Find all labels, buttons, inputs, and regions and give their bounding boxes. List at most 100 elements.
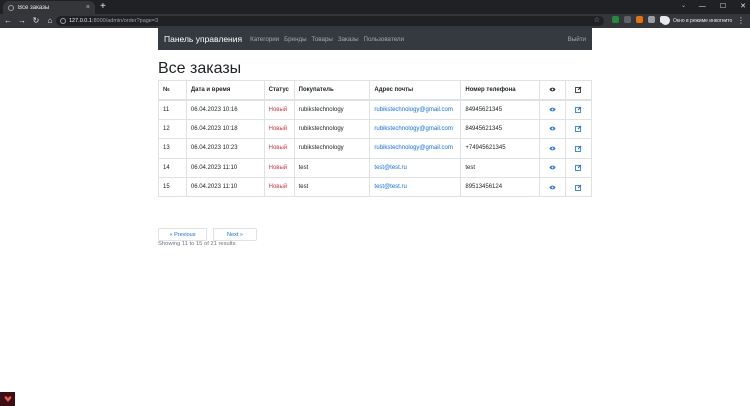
header-edit [565,79,592,101]
cell-number: 15 [158,176,187,198]
debug-bar-icon[interactable] [0,392,15,406]
nav-link-brands[interactable]: Бренды [284,36,306,43]
nav-link-products[interactable]: Товары [312,36,333,43]
address-bar[interactable]: 127.0.0.1:8000/admin/order?page=3 ☆ [56,16,604,26]
eye-icon[interactable] [544,165,561,170]
email-link[interactable]: test@test.ru [369,176,462,198]
eye-icon[interactable] [544,107,561,112]
cell-customer: test [293,157,371,178]
eye-icon[interactable] [544,126,561,131]
extension-orange-icon[interactable] [636,16,643,23]
edit-button[interactable] [565,118,592,140]
cell-datetime: 06.04.2023 10:23 [185,138,265,159]
eye-icon[interactable] [544,185,561,190]
url-path: :8000/admin/order?page=3 [91,18,159,24]
cell-number: 11 [158,99,187,120]
forward-icon[interactable]: → [18,16,26,26]
maximize-button[interactable]: ☐ [720,0,726,13]
view-button[interactable] [539,157,567,178]
view-button[interactable] [539,138,567,159]
browser-tab[interactable]: Все заказы × [3,1,95,14]
star-icon[interactable]: ☆ [594,16,600,26]
header-phone: Номер телефона [460,79,541,101]
menu-icon[interactable]: ⋮ [737,15,745,26]
edit-button[interactable] [565,157,592,178]
minimize-button[interactable]: — [699,0,706,13]
extensions-area [612,16,666,23]
status-badge: Новый [263,176,295,198]
edit-icon[interactable] [570,184,587,191]
new-tab-button[interactable]: + [100,1,106,13]
url-host: 127.0.0.1 [69,18,92,24]
cell-customer: rubikstechnology [293,99,371,120]
cell-customer: test [293,176,371,198]
puzzle-icon[interactable] [648,16,655,23]
table-row: 13 06.04.2023 10:23 Новый rubikstechnolo… [158,138,592,159]
cell-number: 12 [158,118,187,140]
status-badge: Новый [263,99,295,120]
email-link[interactable]: rubikstechnology@gmail.com [369,118,462,140]
email-link[interactable]: test@test.ru [369,157,462,178]
nav-link-orders[interactable]: Заказы [338,36,359,43]
admin-navbar: Панель управления Категории Бренды Товар… [158,28,592,50]
cell-number: 13 [158,138,187,159]
edit-button[interactable] [565,138,592,159]
incognito-icon [661,16,670,25]
nav-link-users[interactable]: Пользователи [364,36,404,43]
window-controls: — ☐ ✕ [699,0,746,13]
view-button[interactable] [539,118,567,140]
view-button[interactable] [539,176,567,198]
status-badge: Новый [263,157,295,178]
page-content: Панель управления Категории Бренды Товар… [0,28,750,406]
header-status: Статус [263,79,295,101]
logout-link[interactable]: Выйти [568,36,586,43]
edit-button[interactable] [565,176,592,198]
back-icon[interactable]: ← [4,16,12,26]
next-page-button[interactable]: Next » [213,228,257,241]
cell-phone: 84945621345 [460,99,541,120]
edit-button[interactable] [565,99,592,120]
reload-icon[interactable]: ↻ [32,16,40,26]
email-link[interactable]: rubikstechnology@gmail.com [369,138,462,159]
edit-icon[interactable] [570,106,587,114]
view-button[interactable] [539,99,567,120]
extension-shield-icon[interactable] [612,16,619,23]
header-number: № [158,79,187,101]
profile-label: Окно в режиме инкогнито [673,17,733,24]
orders-table: № Дата и время Статус Покупатель Адрес п… [158,79,592,198]
cell-phone: 89513456124 [460,176,541,198]
header-customer: Покупатель [293,79,371,101]
extension-icon[interactable] [624,16,631,23]
info-icon[interactable] [60,18,66,24]
incognito-profile[interactable]: Окно в режиме инкогнито [661,16,732,25]
email-link[interactable]: rubikstechnology@gmail.com [369,99,462,120]
edit-icon[interactable] [570,164,587,172]
close-window-button[interactable]: ✕ [740,0,746,13]
pagination: « Previous Next » [158,228,257,241]
cell-phone: test [460,157,541,178]
header-email: Адрес почты [369,79,462,101]
edit-icon[interactable] [570,125,587,133]
edit-icon [570,86,587,94]
tab-title: Все заказы [18,4,50,11]
table-row: 15 06.04.2023 11:10 Новый test test@test… [158,176,592,198]
home-icon[interactable]: ⌂ [46,16,54,26]
table-row: 12 06.04.2023 10:18 Новый rubikstechnolo… [158,118,592,140]
header-datetime: Дата и время [185,79,265,101]
eye-icon[interactable] [544,146,561,151]
chevron-down-icon[interactable]: ⌄ [681,0,686,13]
cell-phone: +74945621345 [460,138,541,159]
table-header-row: № Дата и время Статус Покупатель Адрес п… [158,79,592,101]
navbar-brand[interactable]: Панель управления [164,34,242,44]
cell-number: 14 [158,157,187,178]
edit-icon[interactable] [570,145,587,152]
nav-link-categories[interactable]: Категории [250,36,279,43]
table-row: 14 06.04.2023 11:10 Новый test test@test… [158,157,592,178]
cell-datetime: 06.04.2023 10:16 [185,99,265,120]
globe-icon [8,4,14,11]
cell-datetime: 06.04.2023 11:10 [185,157,265,178]
close-tab-icon[interactable]: × [86,4,90,11]
previous-page-button[interactable]: « Previous [158,228,207,241]
cell-datetime: 06.04.2023 11:10 [185,176,265,198]
cell-datetime: 06.04.2023 10:18 [185,118,265,140]
